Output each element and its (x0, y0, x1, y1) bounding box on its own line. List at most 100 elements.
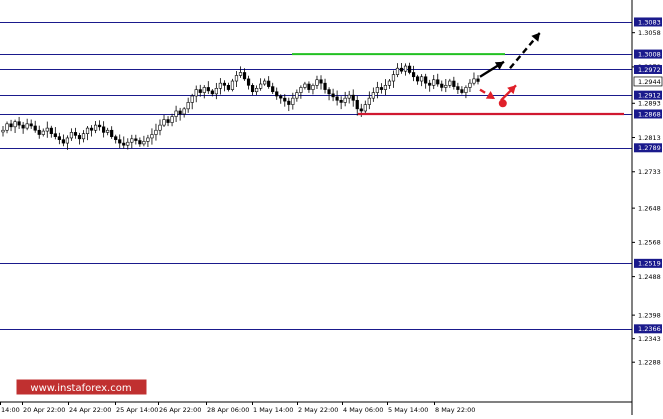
candle-body (424, 76, 428, 84)
x-tick-label: 8 May 22:00 (435, 406, 475, 414)
candle-body (319, 79, 323, 84)
candle-body (238, 72, 243, 76)
candle-body (440, 83, 444, 88)
level-price-tag: 1.2519 (634, 258, 662, 268)
candle-body (142, 141, 146, 145)
y-tick-label: 1.2648 (638, 204, 661, 212)
candle-body (464, 87, 468, 93)
candle-body (9, 123, 13, 128)
candle-body (158, 124, 162, 131)
candle-body (448, 80, 452, 86)
candle-body (166, 119, 170, 123)
candle-body (255, 88, 259, 93)
candle-body (218, 82, 222, 89)
candle-body (202, 87, 206, 93)
candle-body (162, 119, 166, 126)
candle-body (85, 127, 90, 134)
level-price-tag-label: 1.3083 (638, 18, 661, 26)
candle-body (367, 97, 371, 105)
candle-body (25, 123, 29, 129)
candle-body (387, 80, 392, 86)
candle-body (371, 92, 375, 99)
candle-body (379, 87, 383, 90)
candle-body (45, 127, 49, 132)
level-price-tag: 1.3083 (634, 17, 662, 27)
candle-body (279, 95, 283, 99)
candle-body (210, 90, 214, 95)
pivot-dot (498, 99, 507, 108)
x-tick-label: 4 May 06:00 (343, 406, 383, 414)
candle-body (468, 82, 472, 88)
x-tick-label: 28 Apr 06:00 (207, 406, 249, 414)
candle-body (154, 129, 158, 135)
candle-body (359, 108, 363, 112)
candle-body (275, 91, 279, 97)
x-tick-label: 26 Apr 22:00 (159, 406, 201, 414)
candle-body (53, 133, 57, 137)
candle-body (77, 135, 82, 140)
candle-body (21, 124, 25, 129)
candle-body (190, 95, 194, 103)
candle-body (460, 89, 464, 93)
level-price-tag-label: 1.2972 (638, 66, 661, 74)
candle-body (271, 86, 275, 93)
candle-body (198, 89, 202, 93)
candle-body (110, 129, 114, 137)
chart-background (0, 0, 663, 415)
candle-body (1, 129, 5, 133)
candle-body (351, 94, 355, 101)
y-tick-label: 1.2288 (638, 359, 661, 367)
candle-body (174, 110, 178, 117)
candle-body (230, 80, 235, 90)
candle-body (194, 89, 198, 97)
candle-body (343, 97, 347, 103)
candle-body (226, 85, 231, 90)
candle-body (234, 75, 239, 82)
level-price-tag: 1.2789 (634, 143, 662, 153)
level-price-tag-label: 1.3008 (638, 50, 661, 58)
candle-body (283, 97, 287, 102)
candle-body (307, 83, 311, 90)
candle-body (295, 92, 299, 99)
x-tick-label: 1 May 14:00 (253, 406, 293, 414)
candle-body (456, 86, 460, 90)
candle-body (420, 76, 424, 82)
candle-body (259, 83, 263, 89)
candle-body (476, 78, 480, 82)
current-price-tag-label: 1.2944 (638, 78, 661, 86)
candle-body (246, 78, 251, 86)
chart-svg: 1.30581.29781.28931.28131.27331.26481.25… (0, 0, 663, 415)
candle-body (222, 82, 226, 86)
y-tick-label: 1.2343 (638, 335, 661, 343)
candle-body (118, 139, 122, 144)
candle-body (81, 133, 86, 140)
level-price-tag: 1.3008 (634, 49, 662, 59)
candle-body (391, 74, 396, 82)
candle-body (323, 82, 327, 90)
level-price-tag: 1.2972 (634, 64, 662, 74)
candle-body (327, 89, 331, 95)
candle-body (311, 85, 315, 90)
x-tick-label: 14:00 (1, 406, 20, 414)
candle-body (403, 65, 408, 72)
candle-body (73, 132, 78, 136)
candle-body (355, 99, 359, 110)
y-tick-label: 1.2813 (638, 134, 661, 142)
level-price-tag-label: 1.2366 (638, 325, 661, 333)
y-tick-label: 1.2568 (638, 239, 661, 247)
candle-body (347, 94, 351, 99)
candle-body (331, 93, 335, 98)
candle-body (182, 108, 186, 115)
candle-body (49, 127, 53, 134)
candle-body (363, 104, 367, 112)
candle-body (214, 88, 218, 95)
x-tick-label: 25 Apr 14:00 (116, 406, 158, 414)
candle-body (102, 126, 106, 133)
candle-body (130, 138, 134, 143)
chart-root: 1.30581.29781.28931.28131.27331.26481.25… (0, 0, 663, 415)
candle-body (37, 129, 41, 135)
candle-body (186, 102, 190, 110)
candle-body (291, 97, 295, 105)
candle-body (89, 127, 94, 131)
candle-body (339, 99, 343, 103)
